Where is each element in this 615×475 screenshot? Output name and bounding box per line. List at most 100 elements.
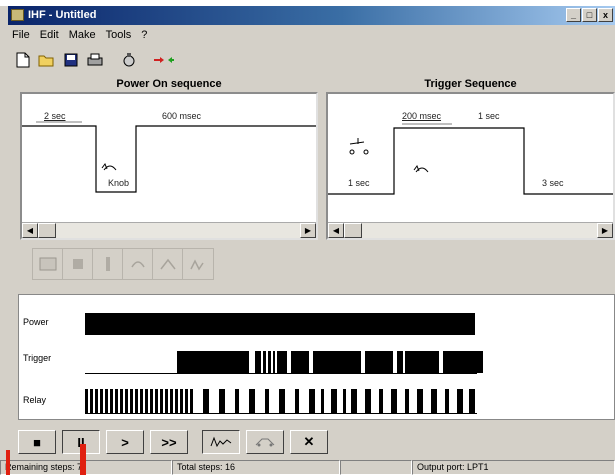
- scroll-left-icon[interactable]: ◀: [328, 223, 344, 238]
- pulse: [90, 389, 93, 413]
- pulse: [321, 389, 324, 413]
- transport-bar: ■ II > >> ✕: [18, 430, 328, 458]
- pulse: [190, 389, 193, 413]
- pulse: [155, 389, 158, 413]
- narrow-pulse-icon[interactable]: [93, 249, 123, 279]
- pulse: [120, 389, 123, 413]
- menu-help[interactable]: ?: [141, 29, 147, 45]
- power-bar: [85, 313, 475, 335]
- pulse: [443, 351, 483, 373]
- close-button[interactable]: x: [598, 8, 613, 22]
- power-on-panel[interactable]: 2 sec 600 msec Knob ◀ ▶: [20, 92, 318, 240]
- image-icon[interactable]: [33, 249, 63, 279]
- app-icon: [11, 9, 24, 21]
- open-icon[interactable]: [36, 49, 58, 71]
- relay-icon: [255, 438, 275, 447]
- status-total: Total steps: 16: [172, 460, 340, 475]
- scroll-thumb[interactable]: [344, 223, 362, 238]
- annotation-mark: [80, 444, 86, 475]
- row-label-trigger: Trigger: [23, 353, 52, 363]
- menu-edit[interactable]: Edit: [40, 29, 59, 45]
- minimize-button[interactable]: _: [566, 8, 581, 22]
- pulse: [170, 389, 173, 413]
- pulse: [185, 389, 188, 413]
- pulse: [145, 389, 148, 413]
- square-pulse-icon[interactable]: [63, 249, 93, 279]
- menu-make[interactable]: Make: [69, 29, 96, 45]
- status-spacer: [340, 460, 412, 475]
- settings-icon[interactable]: [118, 49, 140, 71]
- pulse: [268, 351, 271, 373]
- menu-file[interactable]: File: [12, 29, 30, 45]
- stop-button[interactable]: ■: [18, 430, 56, 454]
- pulse: [180, 389, 183, 413]
- pulse: [100, 389, 103, 413]
- maximize-button[interactable]: □: [582, 8, 597, 22]
- edit-tools: [32, 248, 214, 280]
- scroll-right-icon[interactable]: ▶: [597, 223, 613, 238]
- pulse: [135, 389, 138, 413]
- pulse: [249, 389, 255, 413]
- timing-diagram: Power Trigger Relay: [18, 294, 615, 420]
- pulse: [235, 389, 239, 413]
- pulse: [445, 389, 449, 413]
- step-button[interactable]: >: [106, 430, 144, 454]
- trigger-scrollbar[interactable]: ◀ ▶: [328, 222, 613, 238]
- pulse: [351, 389, 357, 413]
- power-on-knob-label: Knob: [108, 178, 130, 188]
- pulse: [309, 389, 315, 413]
- knob-icon[interactable]: [123, 249, 153, 279]
- scroll-right-icon[interactable]: ▶: [300, 223, 316, 238]
- pulse: [379, 389, 383, 413]
- pulse: [279, 389, 285, 413]
- pulse: [457, 389, 463, 413]
- pulse: [95, 389, 98, 413]
- menu-tools[interactable]: Tools: [106, 29, 132, 45]
- pulse: [150, 389, 153, 413]
- pulse: [431, 389, 437, 413]
- trigger-pre-label: 1 sec: [348, 178, 370, 188]
- pulse: [85, 389, 88, 413]
- waveform-icon: [210, 436, 232, 448]
- pulse: [313, 351, 361, 373]
- pulse: [273, 351, 275, 373]
- pulse: [295, 389, 299, 413]
- pulse: [110, 389, 113, 413]
- connect-icon[interactable]: [152, 49, 174, 71]
- relay-view-button[interactable]: [246, 430, 284, 454]
- window-title: IHF - Untitled: [28, 9, 97, 21]
- save-icon[interactable]: [60, 49, 82, 71]
- scroll-left-icon[interactable]: ◀: [22, 223, 38, 238]
- relay-pulses: [85, 389, 475, 413]
- pulse: [203, 389, 209, 413]
- row-label-power: Power: [23, 317, 49, 327]
- pulse: [291, 351, 309, 373]
- ramp-icon[interactable]: [153, 249, 183, 279]
- pulse: [165, 389, 168, 413]
- trigger-title: Trigger Sequence: [424, 78, 517, 90]
- trigger-panel[interactable]: 200 msec 1 sec 1 sec 3 sec ◀ ▶: [326, 92, 615, 240]
- pulse: [219, 389, 225, 413]
- pulse: [175, 389, 178, 413]
- scroll-thumb[interactable]: [38, 223, 56, 238]
- pulse: [160, 389, 163, 413]
- trigger-high-label: 1 sec: [478, 111, 500, 121]
- status-remaining: Remaining steps: 7: [0, 460, 172, 475]
- step-icon[interactable]: [183, 249, 213, 279]
- fast-forward-button[interactable]: >>: [150, 430, 188, 454]
- waveform-view-button[interactable]: [202, 430, 240, 454]
- annotation-mark: [6, 450, 10, 475]
- pulse: [331, 389, 337, 413]
- new-icon[interactable]: [12, 49, 34, 71]
- trigger-waveform: [328, 123, 613, 195]
- clear-button[interactable]: ✕: [290, 430, 328, 454]
- pulse: [263, 351, 266, 373]
- print-icon[interactable]: [84, 49, 106, 71]
- power-on-scrollbar[interactable]: ◀ ▶: [22, 222, 316, 238]
- title-bar: IHF - Untitled _ □ x: [8, 6, 615, 25]
- pulse: [177, 351, 249, 373]
- pulse: [343, 389, 346, 413]
- power-on-title: Power On sequence: [116, 78, 222, 90]
- pulse: [105, 389, 108, 413]
- trigger-pulses: [177, 351, 483, 373]
